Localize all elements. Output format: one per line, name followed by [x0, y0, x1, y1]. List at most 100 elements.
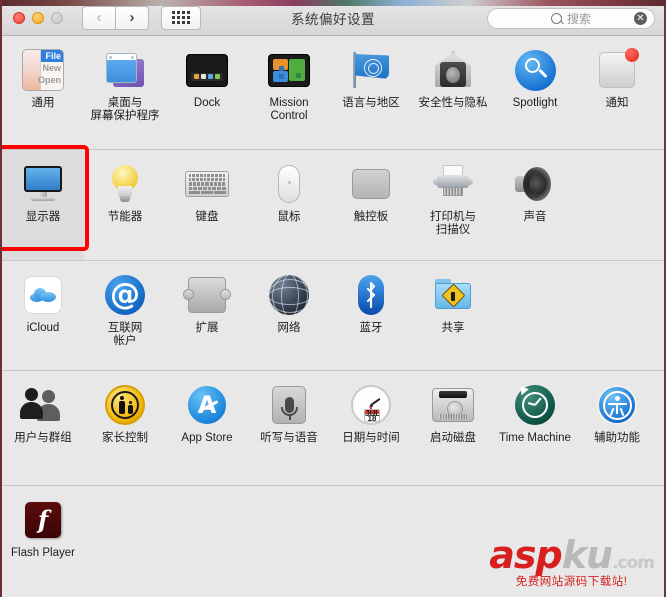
- pref-users-groups[interactable]: 用户与群组: [2, 371, 84, 485]
- language-region-icon: [348, 47, 394, 93]
- pref-spotlight[interactable]: Spotlight: [494, 36, 576, 149]
- pref-general[interactable]: File New Open 通用: [2, 36, 84, 149]
- pref-label: 日期与时间: [342, 432, 400, 444]
- pref-internet-accounts[interactable]: @ 互联网 帐户: [84, 261, 166, 370]
- search-inner: 搜索: [550, 10, 591, 27]
- search-placeholder: 搜索: [566, 12, 591, 26]
- pref-sharing[interactable]: 共享: [412, 261, 494, 370]
- pref-label: 扩展: [195, 322, 219, 334]
- dictation-speech-icon: [266, 382, 312, 428]
- row-system: 用户与群组 家长控制 A App Store: [2, 371, 664, 486]
- keyboard-icon: [184, 161, 230, 207]
- pref-label: 键盘: [195, 211, 219, 223]
- row-hardware: 显示器 节能器 键盘 鼠标 触控板 打印机与 扫描仪 声音: [2, 150, 664, 261]
- pref-language-region[interactable]: 语言与地区: [330, 36, 412, 149]
- pref-label: Dock: [193, 97, 221, 109]
- pref-dictation-speech[interactable]: 听写与语音: [248, 371, 330, 485]
- show-all-button[interactable]: [161, 5, 201, 30]
- pref-flash-player[interactable]: f Flash Player: [2, 486, 84, 581]
- bluetooth-icon: [348, 272, 394, 318]
- notifications-icon: [594, 47, 640, 93]
- clear-search-icon[interactable]: ✕: [634, 12, 647, 25]
- row-personal: File New Open 通用 桌面与 屏幕保护程序 Dock Mission…: [2, 36, 664, 150]
- pref-label: 声音: [523, 211, 547, 223]
- back-button[interactable]: ‹: [82, 5, 115, 30]
- pref-network[interactable]: 网络: [248, 261, 330, 370]
- dock-icon: [184, 47, 230, 93]
- extensions-icon: [183, 272, 231, 318]
- pref-mission-control[interactable]: Mission Control: [248, 36, 330, 149]
- pref-label: 鼠标: [277, 211, 301, 223]
- pref-keyboard[interactable]: 键盘: [166, 150, 248, 260]
- network-icon: [266, 272, 312, 318]
- pref-printers[interactable]: 打印机与 扫描仪: [412, 150, 494, 260]
- icloud-icon: [20, 272, 66, 318]
- row-internet: iCloud @ 互联网 帐户 扩展 网络 蓝牙 共享: [2, 261, 664, 371]
- pref-label: 打印机与 扫描仪: [430, 211, 476, 236]
- pref-label: 显示器: [25, 211, 61, 223]
- watermark-ku: ku: [561, 533, 613, 577]
- minimize-button[interactable]: [32, 11, 44, 24]
- pref-label: 通知: [605, 97, 629, 109]
- chevron-left-icon: ‹: [96, 9, 102, 26]
- pref-notifications[interactable]: 通知: [576, 36, 658, 149]
- pref-label: 触控板: [353, 211, 389, 223]
- pref-label: App Store: [181, 432, 233, 444]
- zoom-button[interactable]: [51, 11, 63, 24]
- energy-saver-icon: [102, 161, 148, 207]
- pref-app-store[interactable]: A App Store: [166, 371, 248, 485]
- pref-bluetooth[interactable]: 蓝牙: [330, 261, 412, 370]
- pref-label: 启动磁盘: [430, 432, 476, 444]
- chevron-right-icon: ›: [129, 9, 135, 26]
- forward-button[interactable]: ›: [115, 5, 149, 30]
- pref-label: 辅助功能: [594, 432, 640, 444]
- accessibility-icon: [594, 382, 640, 428]
- parental-controls-icon: [102, 382, 148, 428]
- pref-extensions[interactable]: 扩展: [166, 261, 248, 370]
- pref-label: Time Machine: [499, 432, 571, 444]
- mission-control-icon: [266, 47, 312, 93]
- general-icon: File New Open: [20, 47, 66, 93]
- pref-label: 共享: [441, 322, 465, 334]
- pref-label: 语言与地区: [342, 97, 400, 109]
- pref-label: 桌面与 屏幕保护程序: [90, 97, 160, 122]
- pref-energy-saver[interactable]: 节能器: [84, 150, 166, 260]
- close-button[interactable]: [13, 11, 25, 24]
- pref-label: Spotlight: [512, 97, 558, 109]
- pref-sound[interactable]: 声音: [494, 150, 576, 260]
- pref-displays[interactable]: 显示器: [2, 150, 84, 260]
- pref-dock[interactable]: Dock: [166, 36, 248, 149]
- pref-label: 听写与语音: [260, 432, 318, 444]
- pref-date-time[interactable]: JUL 18 日期与时间: [330, 371, 412, 485]
- sound-icon: [512, 161, 558, 207]
- pref-security[interactable]: 安全性与隐私: [412, 36, 494, 149]
- grid-icon: [172, 11, 190, 24]
- pref-desktop-saver[interactable]: 桌面与 屏幕保护程序: [84, 36, 166, 149]
- security-privacy-icon: [430, 47, 476, 93]
- pref-label: 用户与群组: [14, 432, 72, 444]
- navigation-buttons: ‹ ›: [82, 5, 149, 30]
- date-time-icon: JUL 18: [348, 382, 394, 428]
- system-preferences-window: ‹ › 系统偏好设置 搜索 ✕ File New Open 通用 桌面与 屏幕保…: [0, 0, 666, 597]
- pref-parental-controls[interactable]: 家长控制: [84, 371, 166, 485]
- pref-icloud[interactable]: iCloud: [2, 261, 84, 370]
- spotlight-icon: [512, 47, 558, 93]
- pref-startup-disk[interactable]: 启动磁盘: [412, 371, 494, 485]
- search-field[interactable]: 搜索 ✕: [487, 8, 655, 29]
- users-groups-icon: [20, 382, 66, 428]
- displays-icon: [20, 161, 66, 207]
- desktop-wallpaper-sliver: [2, 0, 666, 6]
- preferences-grid: File New Open 通用 桌面与 屏幕保护程序 Dock Mission…: [2, 36, 664, 597]
- pref-accessibility[interactable]: 辅助功能: [576, 371, 658, 485]
- mouse-icon: [266, 161, 312, 207]
- flash-player-icon: f: [20, 497, 66, 543]
- pref-trackpad[interactable]: 触控板: [330, 150, 412, 260]
- desktop-screensaver-icon: [102, 47, 148, 93]
- pref-time-machine[interactable]: Time Machine: [494, 371, 576, 485]
- pref-label: 蓝牙: [359, 322, 383, 334]
- pref-label: Mission Control: [269, 97, 309, 122]
- time-machine-icon: [512, 382, 558, 428]
- pref-label: 家长控制: [102, 432, 148, 444]
- pref-mouse[interactable]: 鼠标: [248, 150, 330, 260]
- pref-label: iCloud: [26, 322, 60, 334]
